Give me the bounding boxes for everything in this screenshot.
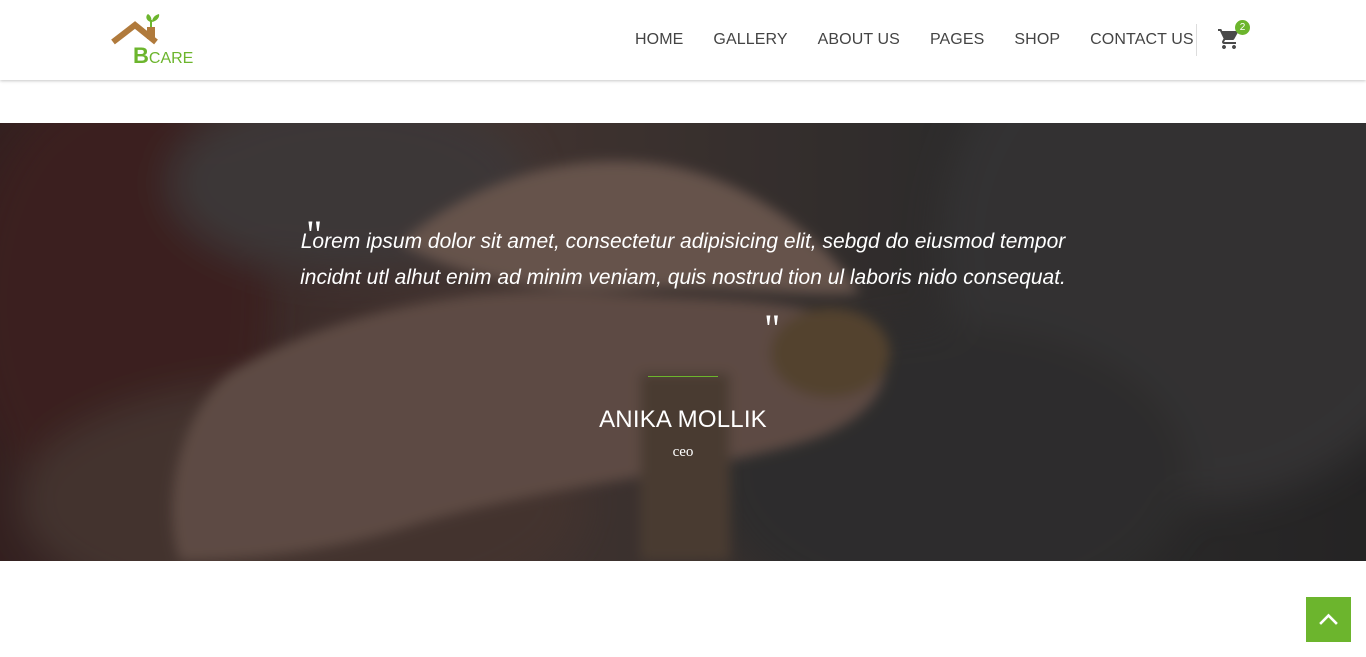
testimonial-quote: Lorem ipsum dolor sit amet, consectetur … [300,230,1066,289]
site-header: BCARE HOME GALLERY ABOUT US PAGES SHOP C… [0,0,1366,80]
back-to-top-button[interactable] [1306,597,1351,642]
nav-divider [1196,24,1197,56]
nav-item-gallery[interactable]: GALLERY [698,31,802,49]
logo-text-care: CARE [148,50,194,67]
logo-text: BCARE [133,45,193,67]
logo-text-b: B [133,43,149,68]
testimonial-section: " Lorem ipsum dolor sit amet, consectetu… [0,123,1366,561]
chevron-up-icon [1319,613,1338,625]
dark-overlay [0,123,1366,561]
author-name: ANIKA MOLLIK [599,406,767,433]
logo[interactable]: BCARE [110,12,193,70]
cart-count-badge: 2 [1235,20,1250,35]
author-role: ceo [672,444,694,460]
main-nav: HOME GALLERY ABOUT US PAGES SHOP CONTACT… [620,0,1209,80]
nav-item-shop[interactable]: SHOP [999,31,1075,49]
nav-item-pages[interactable]: PAGES [915,31,999,49]
quote-divider [648,376,718,377]
close-quote-mark: " [764,306,781,351]
nav-item-home[interactable]: HOME [620,31,698,49]
nav-item-about-us[interactable]: ABOUT US [803,31,915,49]
nav-item-contact-us[interactable]: CONTACT US [1075,31,1209,49]
